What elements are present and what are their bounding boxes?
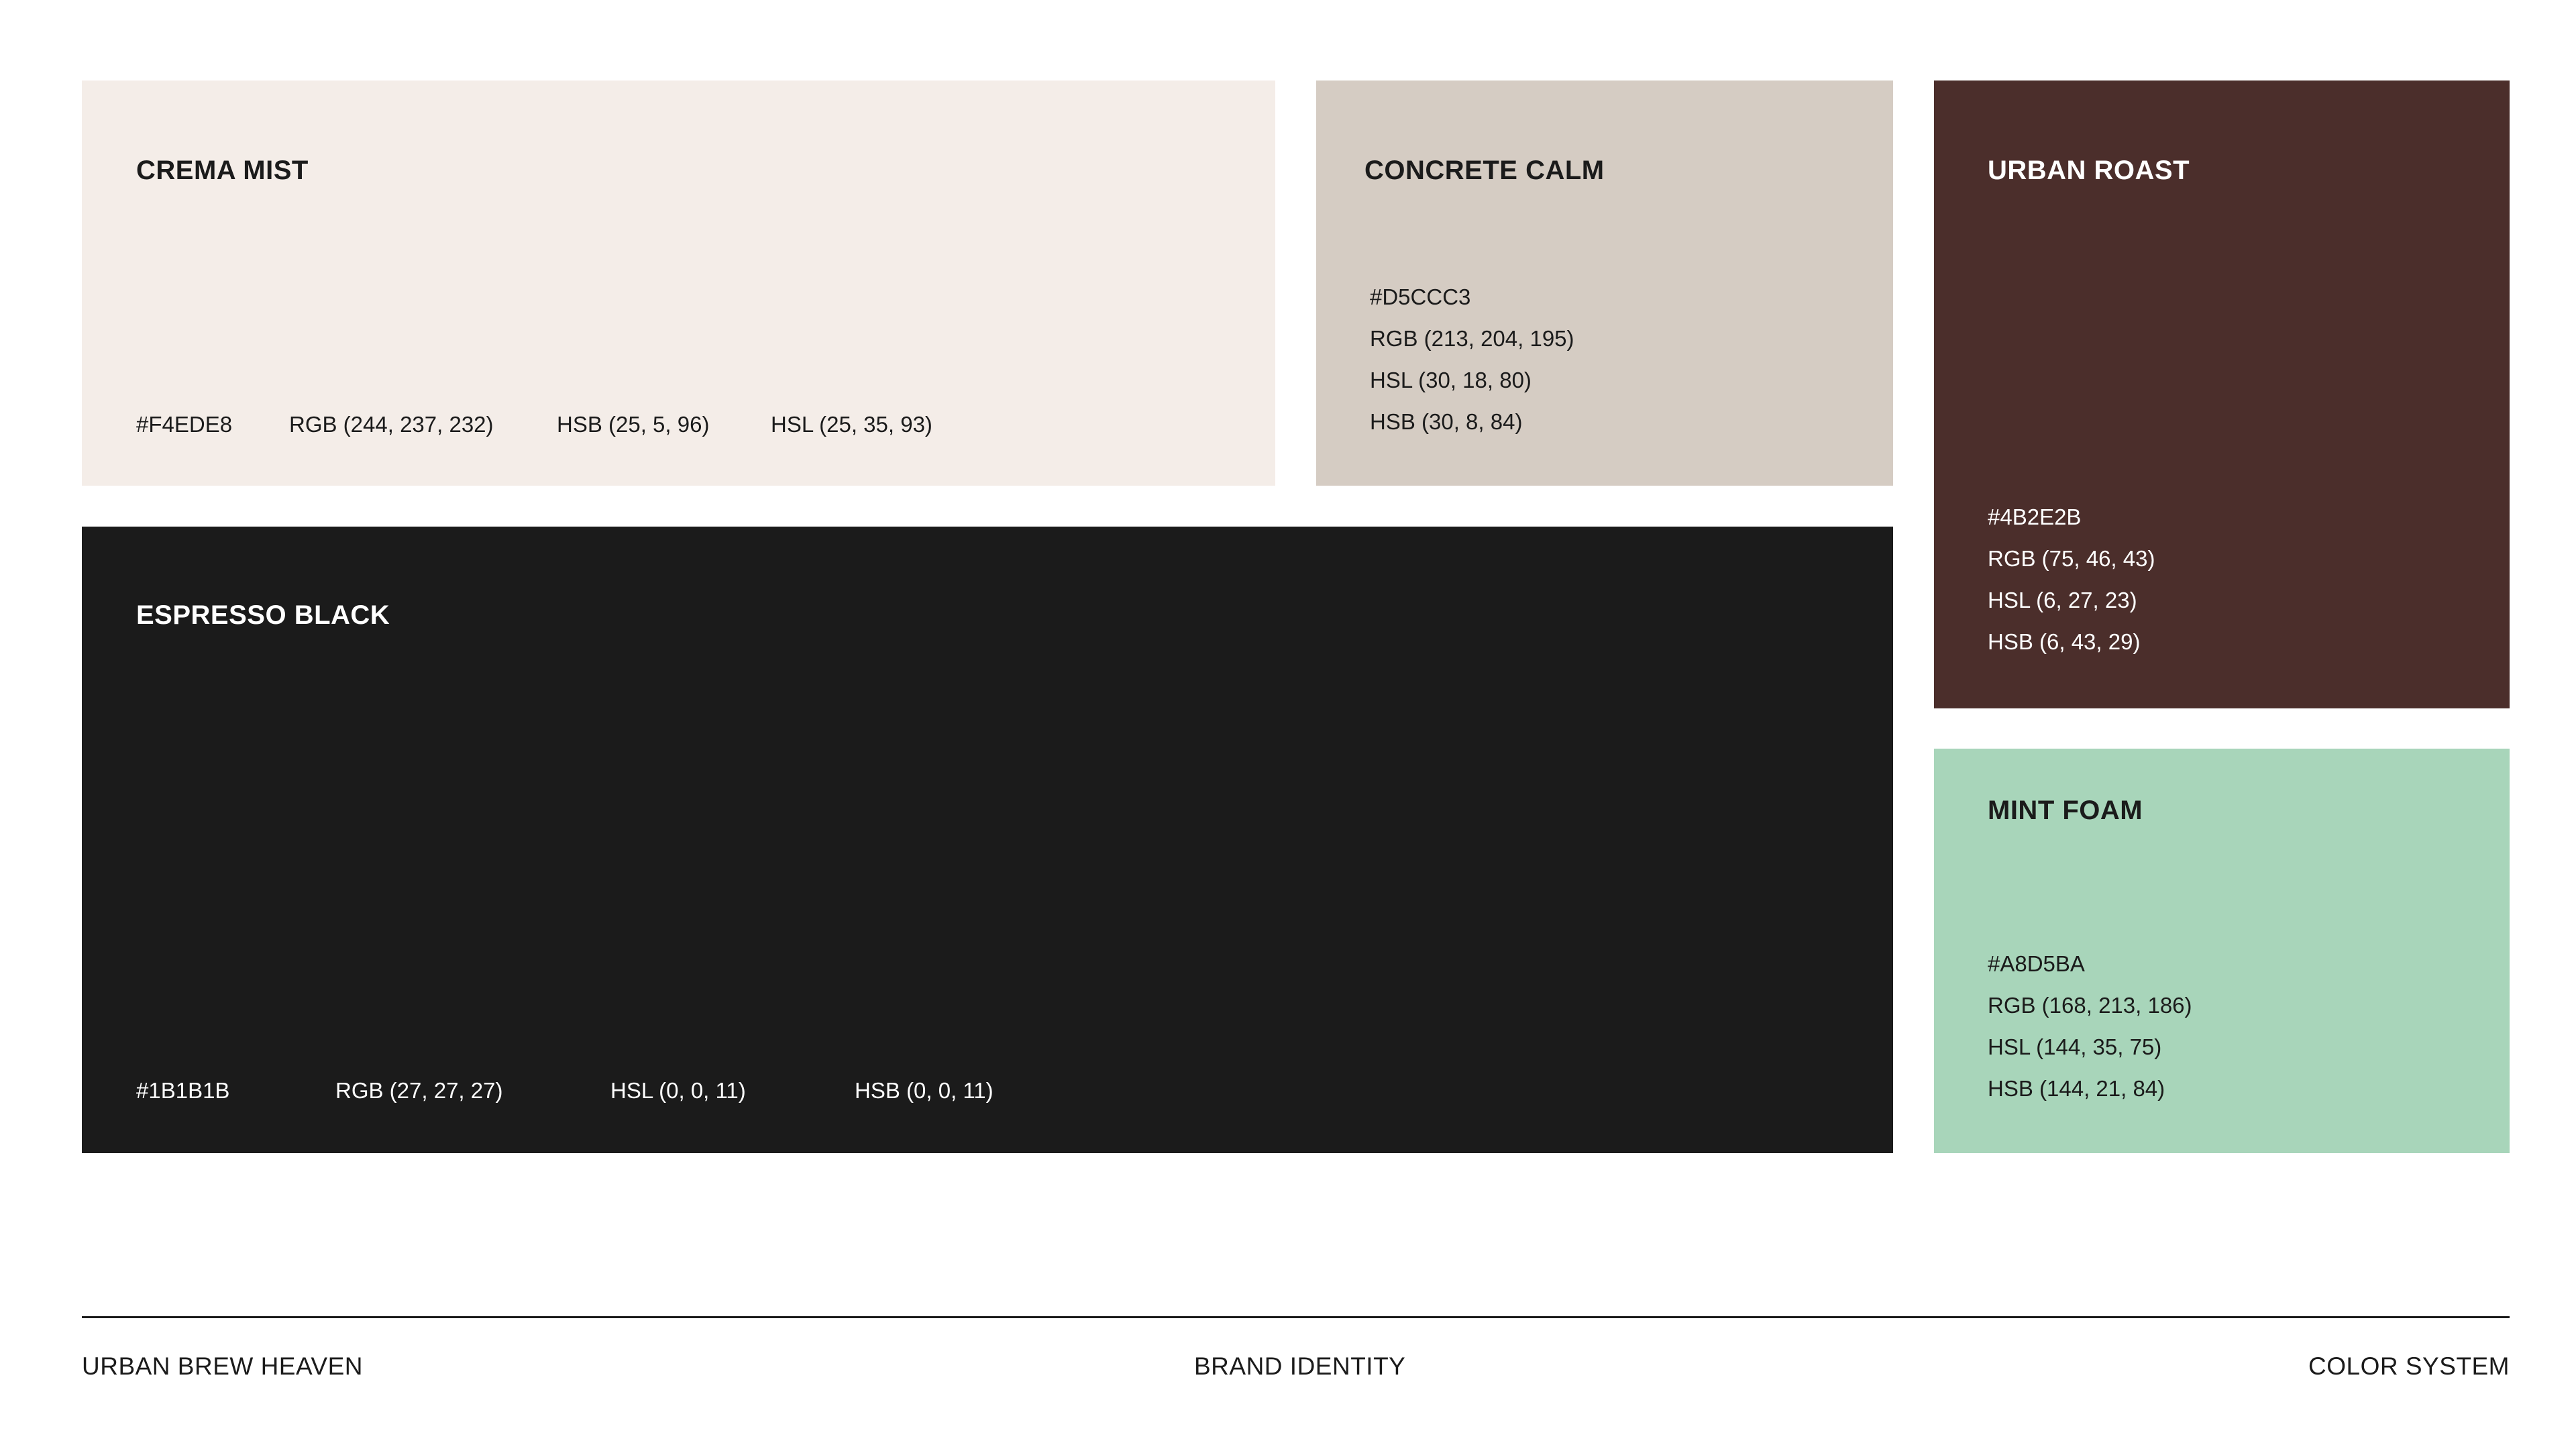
hsb-value: HSB (6, 43, 29) xyxy=(1988,629,2141,654)
swatch-name: ESPRESSO BLACK xyxy=(136,600,390,630)
swatch-concrete-calm: CONCRETE CALM #D5CCC3 RGB (213, 204, 195… xyxy=(1316,80,1893,486)
hsb-value: HSB (30, 8, 84) xyxy=(1370,409,1523,434)
swatch-urban-roast: URBAN ROAST #4B2E2B RGB (75, 46, 43) HSL… xyxy=(1934,80,2510,708)
footer-brand-name: URBAN BREW HEAVEN xyxy=(82,1352,363,1380)
swatch-name: MINT FOAM xyxy=(1988,796,2143,825)
rgb-value: RGB (244, 237, 232) xyxy=(289,412,494,437)
hsl-value: HSL (6, 27, 23) xyxy=(1988,588,2137,612)
hsb-value: HSB (144, 21, 84) xyxy=(1988,1076,2165,1101)
hsb-value: HSB (0, 0, 11) xyxy=(855,1078,994,1103)
hsl-value: HSL (0, 0, 11) xyxy=(610,1078,746,1103)
footer-divider xyxy=(82,1316,2510,1318)
swatch-espresso-black: ESPRESSO BLACK #1B1B1B RGB (27, 27, 27) … xyxy=(82,527,1893,1153)
hex-value: #4B2E2B xyxy=(1988,504,2082,529)
hsl-value: HSL (30, 18, 80) xyxy=(1370,368,1532,392)
hsb-value: HSB (25, 5, 96) xyxy=(557,412,710,437)
rgb-value: RGB (213, 204, 195) xyxy=(1370,326,1574,351)
hsl-value: HSL (25, 35, 93) xyxy=(771,412,932,437)
swatch-mint-foam: MINT FOAM #A8D5BA RGB (168, 213, 186) HS… xyxy=(1934,749,2510,1153)
brand-color-system-page: CREMA MIST #F4EDE8 RGB (244, 237, 232) H… xyxy=(0,0,2576,1449)
hex-value: #A8D5BA xyxy=(1988,951,2085,976)
swatch-name: CONCRETE CALM xyxy=(1364,156,1605,185)
footer-section-title: BRAND IDENTITY xyxy=(1194,1352,1406,1380)
hex-value: #1B1B1B xyxy=(136,1078,230,1103)
swatch-name: URBAN ROAST xyxy=(1988,156,2190,185)
hex-value: #D5CCC3 xyxy=(1370,284,1471,309)
rgb-value: RGB (75, 46, 43) xyxy=(1988,546,2155,571)
swatch-crema-mist: CREMA MIST #F4EDE8 RGB (244, 237, 232) H… xyxy=(82,80,1275,486)
rgb-value: RGB (27, 27, 27) xyxy=(335,1078,503,1103)
footer-page-title: COLOR SYSTEM xyxy=(2308,1352,2510,1380)
swatch-name: CREMA MIST xyxy=(136,156,309,185)
hex-value: #F4EDE8 xyxy=(136,412,233,437)
hsl-value: HSL (144, 35, 75) xyxy=(1988,1034,2162,1059)
rgb-value: RGB (168, 213, 186) xyxy=(1988,993,2192,1018)
